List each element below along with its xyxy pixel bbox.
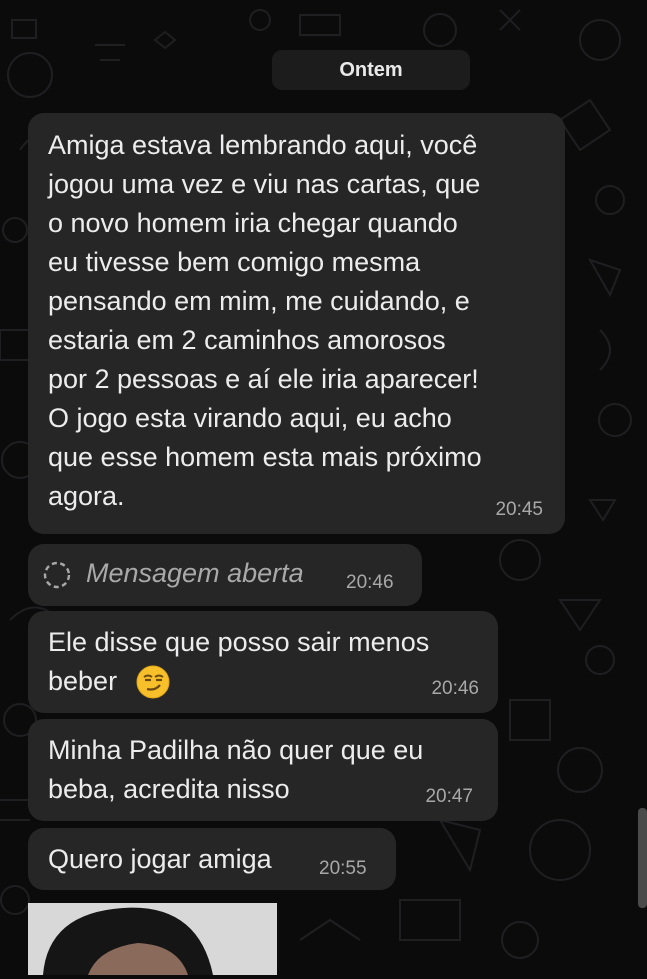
message-bubble[interactable]: Amiga estava lembrando aqui, você jogou … (28, 113, 565, 534)
message-bubble[interactable]: Ele disse que posso sair menos beber 20:… (28, 611, 498, 713)
scrollbar-thumb[interactable] (638, 808, 647, 908)
photo-thumbnail (28, 903, 277, 975)
message-bubble[interactable]: Quero jogar amiga 20:55 (28, 828, 396, 890)
message-text: Ele disse que posso sair menos beber (48, 627, 430, 696)
message-time: 20:55 (319, 858, 367, 879)
smirking-face-icon (136, 665, 170, 699)
message-time: 20:46 (431, 678, 479, 699)
message-time: 20:46 (346, 572, 394, 593)
dashed-circle-icon (43, 561, 71, 589)
message-text: Amiga estava lembrando aqui, você jogou … (48, 130, 482, 511)
message-text: Quero jogar amiga (48, 844, 272, 874)
view-once-label: Mensagem aberta (86, 558, 304, 588)
message-time: 20:47 (425, 786, 473, 807)
photo-message[interactable] (28, 903, 277, 975)
view-once-bubble[interactable]: Mensagem aberta 20:46 (28, 544, 422, 606)
date-divider: Ontem (272, 50, 470, 90)
message-time: 20:45 (495, 499, 543, 520)
message-text: Minha Padilha não quer que eu beba, acre… (48, 735, 424, 804)
message-bubble[interactable]: Minha Padilha não quer que eu beba, acre… (28, 719, 498, 821)
